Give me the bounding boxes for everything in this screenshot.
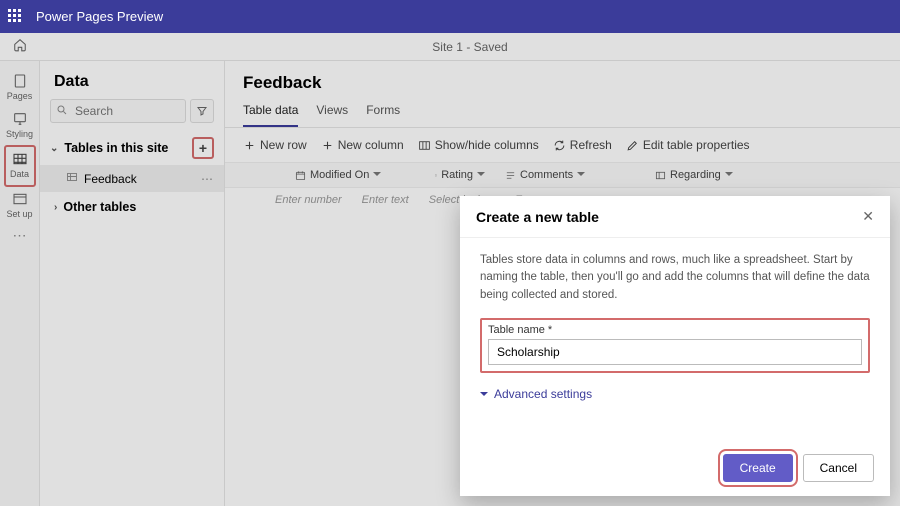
- table-icon: [66, 171, 78, 186]
- tab-views[interactable]: Views: [316, 97, 348, 127]
- col-modified-on[interactable]: Modified On: [285, 163, 425, 187]
- side-heading: Data: [40, 61, 224, 99]
- home-icon[interactable]: [0, 38, 40, 55]
- col-comments[interactable]: Comments: [495, 163, 645, 187]
- filter-button[interactable]: [190, 99, 214, 123]
- table-name-label: Table name *: [488, 324, 862, 336]
- rail-styling[interactable]: Styling: [4, 107, 36, 145]
- modal-description: Tables store data in columns and rows, m…: [480, 252, 870, 304]
- item-menu-button[interactable]: ⋯: [201, 172, 214, 186]
- search-icon: [56, 104, 68, 119]
- tab-table-data[interactable]: Table data: [243, 97, 298, 127]
- col-rating[interactable]: Rating: [425, 163, 495, 187]
- rail-setup[interactable]: Set up: [4, 187, 36, 225]
- col-regarding[interactable]: Regarding: [645, 163, 795, 187]
- text-icon: [505, 170, 516, 181]
- data-side-panel: Data ⌄ Tables in this site +: [40, 61, 225, 506]
- rail-data[interactable]: Data: [4, 145, 36, 187]
- cell-enter-number[interactable]: Enter number: [265, 188, 352, 212]
- chevron-down-icon: [477, 169, 485, 181]
- group-other-tables[interactable]: › Other tables: [40, 192, 224, 220]
- rating-icon: [435, 170, 437, 181]
- create-button[interactable]: Create: [723, 454, 793, 482]
- brand-title: Power Pages Preview: [36, 9, 163, 24]
- add-table-button[interactable]: +: [192, 137, 214, 159]
- app-launcher-icon[interactable]: [8, 9, 24, 25]
- tab-forms[interactable]: Forms: [366, 97, 400, 127]
- table-toolbar: New row New column Show/hide columns Ref…: [225, 128, 900, 162]
- chevron-down-icon: [577, 169, 585, 181]
- grid-header: Modified On Rating Comments Regarding: [225, 162, 900, 188]
- rail-more[interactable]: ⋯: [4, 225, 36, 250]
- cell-enter-text[interactable]: Enter text: [352, 188, 419, 212]
- chevron-right-icon: ›: [54, 202, 57, 213]
- page-title: Feedback: [225, 61, 900, 97]
- close-icon[interactable]: ✕: [862, 208, 874, 225]
- content-tabs: Table data Views Forms: [225, 97, 900, 128]
- chevron-down-icon: [373, 169, 381, 181]
- cmd-refresh[interactable]: Refresh: [553, 138, 612, 152]
- left-rail: Pages Styling Data Set up ⋯: [0, 61, 40, 506]
- cmd-new-row[interactable]: New row: [243, 138, 307, 152]
- table-name-input[interactable]: [488, 339, 862, 365]
- cancel-button[interactable]: Cancel: [803, 454, 874, 482]
- rail-pages[interactable]: Pages: [4, 69, 36, 107]
- advanced-settings-toggle[interactable]: Advanced settings: [480, 387, 870, 401]
- lookup-icon: [655, 170, 666, 181]
- table-name-field-highlight: Table name *: [480, 318, 870, 373]
- search-input[interactable]: [50, 99, 186, 123]
- cmd-edit-table-properties[interactable]: Edit table properties: [626, 138, 750, 152]
- brand-bar: Power Pages Preview: [0, 0, 900, 33]
- chevron-down-icon: [480, 387, 488, 401]
- cmd-show-hide-columns[interactable]: Show/hide columns: [418, 138, 539, 152]
- table-item-feedback[interactable]: Feedback ⋯: [40, 165, 224, 192]
- chevron-down-icon: ⌄: [50, 143, 58, 154]
- group-tables-in-site[interactable]: ⌄ Tables in this site +: [40, 131, 224, 165]
- modal-title: Create a new table: [476, 209, 599, 225]
- cmd-new-column[interactable]: New column: [321, 138, 404, 152]
- sub-header: Site 1 - Saved: [0, 33, 900, 61]
- create-table-modal: Create a new table ✕ Tables store data i…: [460, 196, 890, 496]
- site-status: Site 1 - Saved: [432, 40, 507, 54]
- calendar-icon: [295, 170, 306, 181]
- chevron-down-icon: [725, 169, 733, 181]
